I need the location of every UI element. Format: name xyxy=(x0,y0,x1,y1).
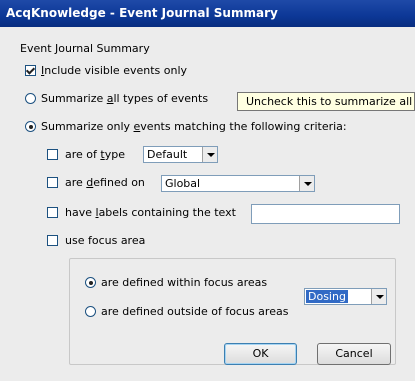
window-title: AcqKnowledge - Event Journal Summary xyxy=(6,6,278,20)
focus-dropdown-value: Dosing xyxy=(306,290,348,303)
type-dropdown[interactable]: Default xyxy=(143,146,218,163)
labels-label[interactable]: have labels containing the text xyxy=(65,206,236,219)
within-focus-radio[interactable] xyxy=(85,277,96,288)
title-bar: AcqKnowledge - Event Journal Summary xyxy=(0,0,415,27)
tooltip-text: Uncheck this to summarize all of xyxy=(246,95,415,108)
defined-on-dropdown-value: Global xyxy=(165,177,201,190)
cancel-button[interactable]: Cancel xyxy=(317,343,391,365)
section-title: Event Journal Summary xyxy=(20,42,150,55)
labels-checkbox[interactable] xyxy=(47,207,58,218)
within-focus-label[interactable]: are defined within focus areas xyxy=(101,276,267,289)
focus-dropdown[interactable]: Dosing xyxy=(304,288,387,305)
summarize-all-radio[interactable] xyxy=(25,93,36,104)
type-dropdown-value: Default xyxy=(147,148,188,161)
defined-on-dropdown[interactable]: Global xyxy=(161,175,315,192)
type-checkbox[interactable] xyxy=(47,149,58,160)
chevron-down-icon[interactable] xyxy=(299,176,314,191)
focus-checkbox[interactable] xyxy=(47,235,58,246)
outside-focus-label[interactable]: are defined outside of focus areas xyxy=(101,305,288,318)
chevron-down-icon[interactable] xyxy=(371,289,386,304)
defined-on-label[interactable]: are defined on xyxy=(65,176,145,189)
summarize-matching-label[interactable]: Summarize only events matching the follo… xyxy=(41,120,347,133)
tooltip: Uncheck this to summarize all of xyxy=(237,92,415,111)
include-visible-checkbox[interactable] xyxy=(25,65,36,76)
summarize-all-label[interactable]: Summarize all types of events xyxy=(41,92,208,105)
outside-focus-radio[interactable] xyxy=(85,306,96,317)
include-visible-label[interactable]: Include visible events only xyxy=(41,64,187,77)
focus-label[interactable]: use focus area xyxy=(65,234,145,247)
ok-button[interactable]: OK xyxy=(224,343,297,365)
type-label[interactable]: are of type xyxy=(65,148,125,161)
summarize-matching-radio[interactable] xyxy=(25,121,36,132)
defined-on-checkbox[interactable] xyxy=(47,177,58,188)
labels-text-input[interactable] xyxy=(251,204,400,224)
chevron-down-icon[interactable] xyxy=(202,147,217,162)
